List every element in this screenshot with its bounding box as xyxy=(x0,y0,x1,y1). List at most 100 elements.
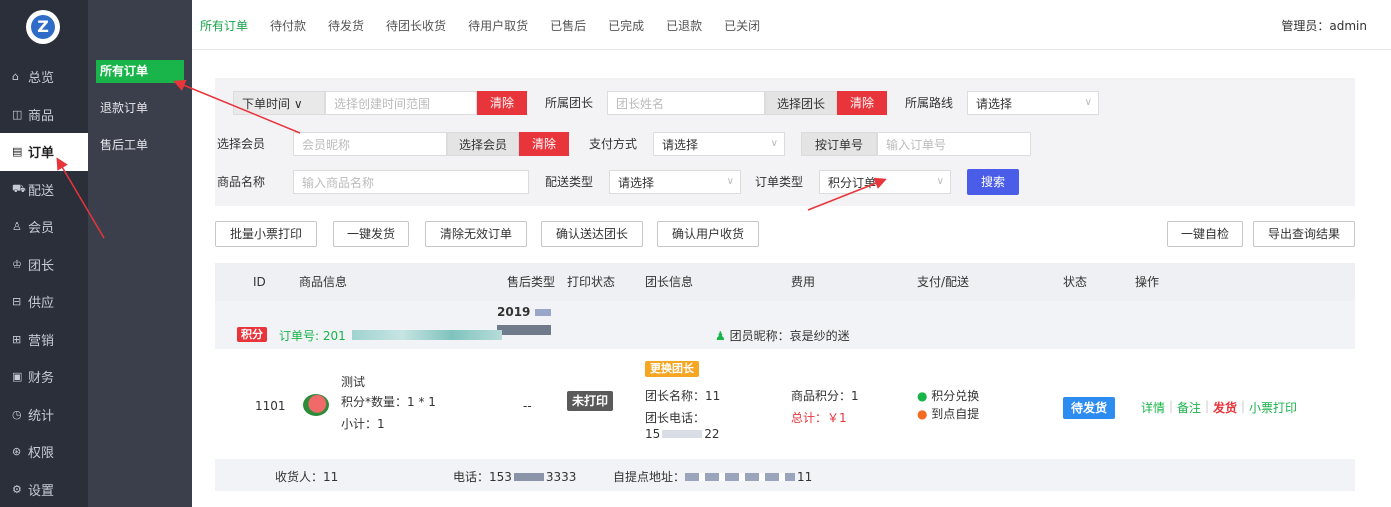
sidebar-item-delivery[interactable]: ⛟ 配送 xyxy=(0,171,88,209)
pay-method-value: 请选择 xyxy=(662,137,699,152)
leader-phone-suffix: 22 xyxy=(704,427,720,441)
confirm-user-receipt-button[interactable]: 确认用户收货 xyxy=(657,221,759,247)
sidebar-item-leaders[interactable]: ♔ 团长 xyxy=(0,246,88,284)
self-check-button[interactable]: 一键自检 xyxy=(1167,221,1243,247)
export-results-button[interactable]: 导出查询结果 xyxy=(1253,221,1355,247)
order-type-select[interactable]: 积分订单 ∨ xyxy=(819,170,951,194)
goods-name-input[interactable]: 输入商品名称 xyxy=(293,170,529,194)
points-exchange-icon: ● xyxy=(917,389,932,403)
redacted-block xyxy=(351,330,502,340)
leader-icon: ♔ xyxy=(12,257,22,271)
pay-method-select[interactable]: 请选择 ∨ xyxy=(653,132,785,156)
permission-icon: ⊛ xyxy=(12,445,22,459)
filter-panel: 下单时间 ∨ 选择创建时间范围 清除 所属团长 团长姓名 选择团长 清除 所属路… xyxy=(215,78,1355,206)
tab-completed[interactable]: 已完成 xyxy=(608,17,644,34)
sidebar-item-settings[interactable]: ⚙ 设置 xyxy=(0,471,88,507)
leader-phone-prefix: 15 xyxy=(645,427,661,441)
detail-link[interactable]: 详情 xyxy=(1141,399,1165,416)
redacted-block xyxy=(662,430,703,438)
receiver-phone-suffix: 3333 xyxy=(545,470,577,484)
delivery-type-value: 请选择 xyxy=(618,175,655,190)
time-range-input[interactable]: 选择创建时间范围 xyxy=(325,91,477,115)
subnav-aftersale-tickets[interactable]: 售后工单 xyxy=(96,134,184,157)
tab-aftersale[interactable]: 已售后 xyxy=(550,17,586,34)
divider: | xyxy=(1169,399,1174,413)
tab-closed[interactable]: 已关闭 xyxy=(724,17,760,34)
sidebar-item-supply[interactable]: ⊟ 供应 xyxy=(0,283,88,321)
supply-icon: ⊟ xyxy=(12,295,22,309)
clear-member-button[interactable]: 清除 xyxy=(519,132,569,156)
divider: | xyxy=(1205,399,1210,413)
sidebar-item-permissions[interactable]: ⊛ 权限 xyxy=(0,433,88,471)
tab-pending-payment[interactable]: 待付款 xyxy=(270,17,306,34)
clear-leader-button[interactable]: 清除 xyxy=(837,91,887,115)
batch-print-button[interactable]: 批量小票打印 xyxy=(215,221,317,247)
tab-pending-leader-receive[interactable]: 待团长收货 xyxy=(386,17,446,34)
sidebar-item-marketing[interactable]: ⊞ 营销 xyxy=(0,321,88,359)
one-click-ship-button[interactable]: 一键发货 xyxy=(333,221,409,247)
goods-qty: 积分*数量：1 * 1 xyxy=(341,395,436,409)
chevron-down-icon: ∨ xyxy=(1084,97,1092,108)
pickup-address-label: 自提点地址： xyxy=(613,470,686,484)
redacted-block xyxy=(497,325,551,335)
chevron-down-icon: ∨ xyxy=(726,176,734,187)
print-status-badge: 未打印 xyxy=(567,391,614,411)
change-leader-button[interactable]: 更换团长 xyxy=(645,361,699,377)
table-header: ID 商品信息 售后类型 打印状态 团长信息 费用 支付/配送 状态 操作 xyxy=(215,263,1355,301)
leader-name-input[interactable]: 团长姓名 xyxy=(607,91,765,115)
top-bar: 所有订单 待付款 待发货 待团长收货 待用户取货 已售后 已完成 已退款 已关闭… xyxy=(192,0,1391,50)
clear-time-button[interactable]: 清除 xyxy=(477,91,527,115)
sidebar-item-stats[interactable]: ◷ 统计 xyxy=(0,396,88,434)
sidebar-item-label: 总览 xyxy=(28,71,55,87)
clear-invalid-button[interactable]: 清除无效订单 xyxy=(425,221,527,247)
sidebar-item-members[interactable]: ♙ 会员 xyxy=(0,208,88,246)
user-icon: ♙ xyxy=(12,220,22,234)
tab-all[interactable]: 所有订单 xyxy=(200,17,248,34)
order-type-value: 积分订单 xyxy=(828,175,877,190)
confirm-to-leader-button[interactable]: 确认送达团长 xyxy=(541,221,643,247)
time-type-select[interactable]: 下单时间 ∨ xyxy=(233,91,325,115)
goods-icon: ◫ xyxy=(12,107,23,121)
sidebar-item-overview[interactable]: ⌂ 总览 xyxy=(0,58,88,96)
logo[interactable]: Z xyxy=(26,10,60,44)
sidebar-item-label: 统计 xyxy=(28,408,55,424)
secondary-nav: 所有订单 退款订单 售后工单 xyxy=(96,60,184,171)
print-receipt-link[interactable]: 小票打印 xyxy=(1249,399,1297,416)
order-status-tabs: 所有订单 待付款 待发货 待团长收货 待用户取货 已售后 已完成 已退款 已关闭 xyxy=(200,17,782,34)
choose-member-button[interactable]: 选择会员 xyxy=(447,132,519,156)
sidebar-item-goods[interactable]: ◫ 商品 xyxy=(0,96,88,134)
search-button[interactable]: 搜索 xyxy=(967,169,1019,195)
choose-leader-button[interactable]: 选择团长 xyxy=(765,91,837,115)
goods-name: 测试 xyxy=(341,375,366,389)
delivery-type-text: 到点自提 xyxy=(931,407,980,421)
redacted-block xyxy=(535,309,551,316)
route-select[interactable]: 请选择 ∨ xyxy=(967,91,1099,115)
chevron-down-icon: ∨ xyxy=(770,138,778,149)
remark-link[interactable]: 备注 xyxy=(1177,399,1201,416)
secondary-sidebar: 所有订单 退款订单 售后工单 xyxy=(88,0,192,507)
sidebar-item-orders[interactable]: ▤ 订单 xyxy=(0,133,88,171)
points-badge: 积分 xyxy=(237,327,267,342)
tab-pending-shipment[interactable]: 待发货 xyxy=(328,17,364,34)
tab-pending-user-pickup[interactable]: 待用户取货 xyxy=(468,17,528,34)
sidebar-item-finance[interactable]: ▣ 财务 xyxy=(0,358,88,396)
delivery-type-select[interactable]: 请选择 ∨ xyxy=(609,170,741,194)
route-label: 所属路线 xyxy=(905,96,954,110)
sidebar-item-label: 供应 xyxy=(28,296,55,312)
gear-icon: ⚙ xyxy=(12,482,22,496)
receiver-phone-prefix: 电话：153 xyxy=(453,470,512,484)
subnav-all-orders[interactable]: 所有订单 xyxy=(96,60,184,83)
order-id: 1101 xyxy=(255,399,286,413)
orderno-input[interactable]: 输入订单号 xyxy=(877,132,1031,156)
pay-type: ● 积分兑换 xyxy=(917,387,979,404)
orderno-search-button[interactable]: 按订单号 xyxy=(801,132,877,156)
tab-refunded[interactable]: 已退款 xyxy=(666,17,702,34)
chevron-down-icon: ∨ xyxy=(936,176,944,187)
pickup-address-tail: 11 xyxy=(797,470,813,484)
delivery-type-label: 配送类型 xyxy=(545,175,594,189)
subnav-refund-orders[interactable]: 退款订单 xyxy=(96,97,184,120)
sidebar-item-label: 营销 xyxy=(28,333,55,349)
ship-link[interactable]: 发货 xyxy=(1213,399,1237,416)
route-select-value: 请选择 xyxy=(976,96,1013,111)
member-nick-input[interactable]: 会员昵称 xyxy=(293,132,447,156)
